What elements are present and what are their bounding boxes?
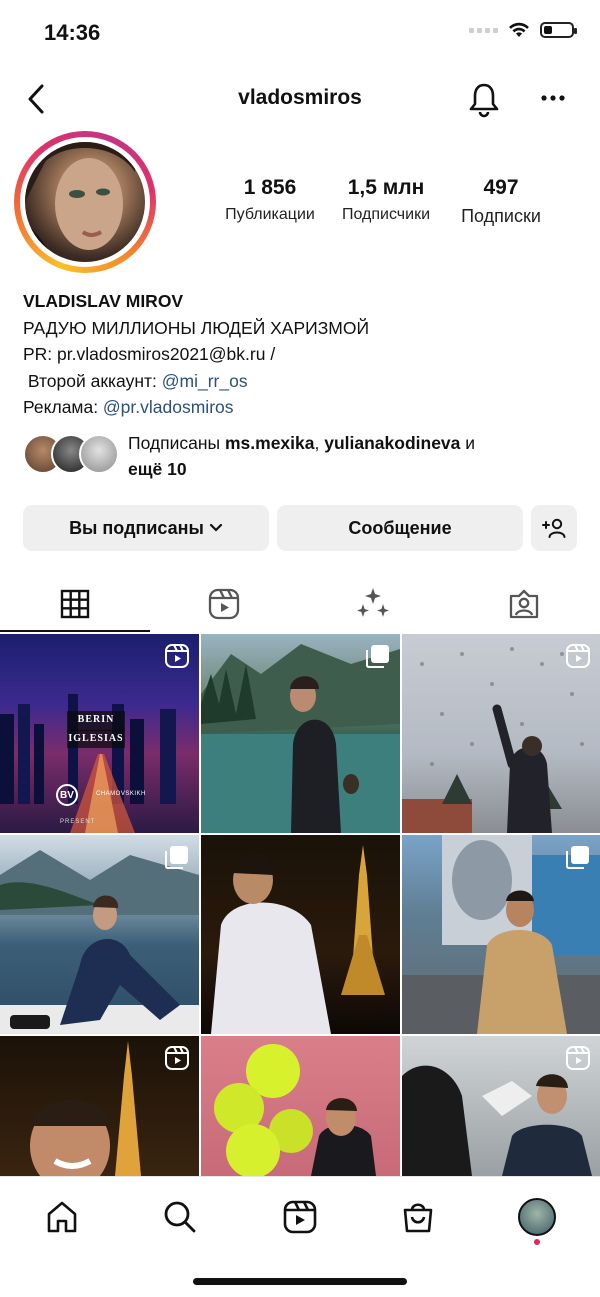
- second-account-link[interactable]: @mi_rr_os: [162, 371, 248, 391]
- status-time: 14:36: [44, 20, 101, 45]
- home-indicator: [193, 1278, 407, 1285]
- home-icon: [47, 1201, 77, 1233]
- signal-icon: [469, 27, 498, 33]
- stat-followers-value: 1,5 млн: [347, 176, 425, 199]
- bio-line: РАДУЮ МИЛЛИОНЫ ЛЮДЕЙ ХАРИЗМОЙ: [23, 317, 370, 338]
- post-thumbnail[interactable]: [402, 634, 600, 833]
- message-button-label: Сообщение: [348, 517, 452, 538]
- profile-avatar-icon: [518, 1198, 556, 1236]
- stat-posts-value: 1 856: [243, 176, 297, 199]
- reels-icon: [283, 1200, 317, 1234]
- brand-text: CHAMOVSKIKH: [96, 791, 146, 797]
- bio-line: Реклама: @pr.vladosmiros: [23, 394, 369, 421]
- profile-bio: VLADISLAV MIROV РАДУЮ МИЛЛИОНЫ ЛЮДЕЙ ХАР…: [23, 288, 369, 421]
- reel-icon: [165, 644, 189, 668]
- chevron-down-icon: [209, 523, 223, 532]
- stat-posts-label: Публикации: [225, 206, 315, 223]
- ads-account-link[interactable]: @pr.vladosmiros: [103, 397, 234, 417]
- search-icon: [164, 1201, 196, 1233]
- mutual-user[interactable]: yulianakodineva: [324, 433, 460, 453]
- post-thumbnail[interactable]: [402, 1036, 600, 1176]
- add-person-icon: [542, 518, 566, 538]
- tab-tagged[interactable]: [449, 576, 599, 632]
- bell-icon[interactable]: [467, 82, 501, 118]
- tab-guides[interactable]: [298, 576, 448, 632]
- followed-by-prefix: Подписаны: [128, 433, 225, 453]
- avatar: [79, 434, 119, 474]
- mutual-followers-avatars[interactable]: [23, 434, 119, 476]
- carousel-icon: [165, 846, 188, 869]
- post-thumbnail[interactable]: [0, 1036, 199, 1176]
- reel-icon: [165, 1046, 189, 1070]
- reel-icon: [566, 1046, 590, 1070]
- more-options-icon[interactable]: [540, 90, 566, 106]
- shopping-bag-icon: [403, 1203, 433, 1233]
- post-thumbnail[interactable]: [201, 634, 400, 833]
- posts-grid: BERIN IGLESIAS BV CHAMOVSKIKH PRESENT: [0, 634, 600, 1176]
- post-image: [211, 845, 385, 1034]
- active-tab-indicator: [0, 630, 150, 632]
- stat-following-label: Подписки: [461, 206, 541, 226]
- notification-dot: [534, 1239, 540, 1245]
- stat-posts[interactable]: 1 856 Публикации: [210, 176, 330, 224]
- post-thumbnail[interactable]: [201, 1036, 400, 1176]
- post-thumbnail[interactable]: [402, 835, 600, 1034]
- wifi-icon: [509, 22, 529, 37]
- nav-search[interactable]: [160, 1197, 200, 1237]
- mutual-user[interactable]: ms.mexika: [225, 433, 315, 453]
- tagged-icon: [509, 589, 539, 619]
- post-image: [214, 1044, 376, 1176]
- bio-line: Второй аккаунт: @mi_rr_os: [23, 368, 369, 395]
- post-thumbnail[interactable]: BERIN IGLESIAS BV CHAMOVSKIKH PRESENT: [0, 634, 199, 833]
- avatar-photo: [25, 142, 135, 262]
- bio-text: Реклама:: [23, 397, 103, 417]
- nav-home[interactable]: [42, 1197, 82, 1237]
- reel-icon: [566, 644, 590, 668]
- battery-icon: [540, 22, 577, 38]
- following-button[interactable]: Вы подписаны: [23, 505, 269, 551]
- grid-icon: [60, 589, 90, 619]
- reels-icon: [208, 588, 240, 620]
- post-overlay-title: BERIN: [77, 714, 115, 725]
- separator: ,: [314, 433, 325, 453]
- bottom-navigation: [0, 1176, 600, 1257]
- message-button[interactable]: Сообщение: [277, 505, 523, 551]
- tab-grid[interactable]: [0, 576, 150, 632]
- post-thumbnail[interactable]: [201, 835, 400, 1034]
- bio-text: Второй аккаунт:: [23, 370, 162, 391]
- brand-logo: BV: [56, 784, 78, 806]
- profile-username: vladosmiros: [238, 86, 362, 109]
- present-text: PRESENT: [60, 819, 96, 825]
- followed-by-more[interactable]: ещё 10: [128, 459, 187, 479]
- post-thumbnail[interactable]: [0, 835, 199, 1034]
- carousel-icon: [366, 645, 389, 668]
- nav-shop[interactable]: [398, 1197, 438, 1237]
- nav-profile[interactable]: [517, 1197, 557, 1237]
- bio-line: PR: pr.vladosmiros2021@bk.ru /: [23, 344, 276, 364]
- sparkles-icon: [357, 588, 389, 617]
- nav-reels[interactable]: [280, 1197, 320, 1237]
- stat-following-value: 497: [483, 176, 519, 199]
- stat-following[interactable]: 497 Подписки: [441, 176, 561, 227]
- following-button-label: Вы подписаны: [69, 517, 204, 538]
- display-name: VLADISLAV MIROV: [23, 291, 184, 311]
- mutual-followers-text[interactable]: Подписаны ms.mexika, yulianakodineva и ещ…: [128, 430, 568, 482]
- carousel-icon: [566, 846, 589, 869]
- stat-followers[interactable]: 1,5 млн Подписчики: [326, 176, 446, 224]
- profile-avatar[interactable]: [25, 142, 145, 262]
- status-indicators: [469, 22, 577, 38]
- post-overlay-title: IGLESIAS: [68, 733, 124, 744]
- followed-by-suffix: и: [460, 433, 476, 453]
- stat-followers-label: Подписчики: [341, 206, 430, 223]
- suggested-users-button[interactable]: [531, 505, 577, 551]
- tab-reels[interactable]: [149, 576, 299, 632]
